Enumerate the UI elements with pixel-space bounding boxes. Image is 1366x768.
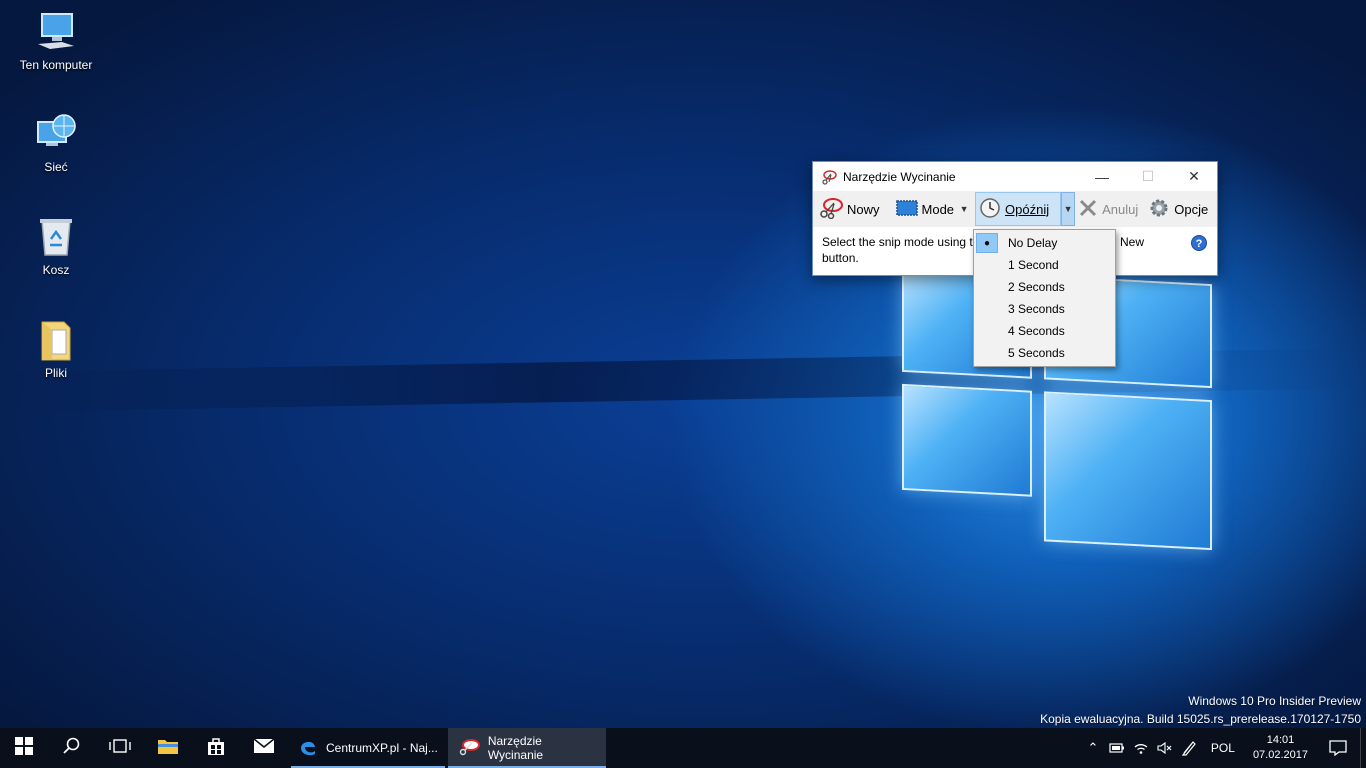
watermark-edition: Windows 10 Pro Insider Preview: [1188, 694, 1361, 708]
help-icon[interactable]: ?: [1191, 235, 1207, 251]
mode-dropdown-arrow[interactable]: ▼: [957, 192, 971, 226]
cancel-label: Anuluj: [1102, 201, 1139, 217]
pen-icon[interactable]: [1177, 728, 1201, 768]
mail-icon: [253, 737, 275, 759]
delay-label: Opóźnij: [1005, 201, 1050, 217]
system-tray: ⌃ POL 14:01 07.02.2017: [1081, 728, 1366, 768]
delay-menu-item[interactable]: 3 Seconds: [974, 298, 1115, 320]
action-center-icon[interactable]: [1316, 728, 1360, 768]
desktop-icon-recycle-bin[interactable]: Kosz: [16, 215, 96, 277]
toolbar: Nowy Mode ▼ Opóźnij ▼ Anuluj Opcje: [813, 191, 1217, 227]
store-icon: [206, 736, 226, 761]
options-label: Opcje: [1174, 201, 1209, 217]
search-button[interactable]: [48, 728, 96, 768]
close-button[interactable]: ✕: [1171, 162, 1217, 191]
delay-menu-item[interactable]: 5 Seconds: [974, 342, 1115, 364]
delay-menu-item[interactable]: 2 Seconds: [974, 276, 1115, 298]
instruction-tail: New: [1120, 235, 1145, 249]
input-language[interactable]: POL: [1201, 728, 1245, 768]
desktop-icon-label: Ten komputer: [19, 58, 93, 72]
clock-icon: [979, 197, 1001, 222]
scissors-icon: [819, 197, 843, 222]
folder-icon: [34, 318, 78, 362]
mode-label: Mode: [921, 201, 955, 217]
task-label: Narzędzie Wycinanie: [487, 734, 544, 762]
selected-bullet-icon: ●: [976, 233, 998, 253]
snipping-tool-icon: [821, 169, 837, 185]
desktop-icon-this-pc[interactable]: Ten komputer: [16, 10, 96, 72]
file-explorer-icon: [157, 737, 179, 760]
task-view-icon: [109, 738, 131, 759]
computer-icon: [34, 10, 78, 54]
delay-menu-item[interactable]: ● No Delay: [974, 232, 1115, 254]
snipping-tool-icon: [458, 737, 480, 760]
taskbar-task-snipping-tool[interactable]: Narzędzie Wycinanie: [447, 728, 606, 768]
mail-button[interactable]: [240, 728, 288, 768]
clock-date: 07.02.2017: [1252, 749, 1308, 761]
delay-button[interactable]: Opóźnij: [975, 192, 1062, 226]
maximize-button[interactable]: ☐: [1125, 162, 1171, 191]
options-button[interactable]: Opcje: [1145, 192, 1211, 226]
taskbar-task-edge[interactable]: CentrumXP.pl - Naj...: [288, 728, 448, 768]
clock-time: 14:01: [1266, 734, 1295, 746]
network-icon: [34, 112, 78, 156]
desktop-icon-network[interactable]: Sieć: [16, 112, 96, 174]
battery-icon[interactable]: [1105, 728, 1129, 768]
search-icon: [63, 737, 81, 760]
delay-dropdown-arrow[interactable]: ▼: [1061, 192, 1076, 226]
windows-logo-icon: [15, 736, 33, 760]
watermark-build: Kopia ewaluacyjna. Build 15025.rs_prerel…: [1040, 712, 1361, 726]
task-label: CentrumXP.pl - Naj...: [326, 741, 438, 755]
new-snip-label: Nowy: [847, 201, 880, 217]
cancel-x-icon: [1078, 198, 1098, 221]
mode-button[interactable]: Mode: [893, 192, 958, 226]
show-hidden-icons-chevron-icon[interactable]: ⌃: [1081, 728, 1105, 768]
store-button[interactable]: [192, 728, 240, 768]
cancel-button[interactable]: Anuluj: [1075, 192, 1141, 226]
desktop-icon-label: Sieć: [44, 160, 68, 174]
desktop-icon-label: Kosz: [42, 263, 70, 277]
window-title: Narzędzie Wycinanie: [843, 169, 956, 184]
desktop-icon-label: Pliki: [44, 366, 67, 380]
show-desktop-button[interactable]: [1360, 728, 1366, 768]
clock[interactable]: 14:01 07.02.2017: [1245, 733, 1316, 763]
delay-menu-item[interactable]: 4 Seconds: [974, 320, 1115, 342]
new-snip-button[interactable]: Nowy: [816, 192, 883, 226]
desktop-icon-files[interactable]: Pliki: [16, 318, 96, 380]
wifi-icon[interactable]: [1129, 728, 1153, 768]
rectangle-mode-icon: [895, 199, 918, 219]
taskbar: CentrumXP.pl - Naj... Narzędzie Wycinani…: [0, 728, 1366, 768]
volume-muted-icon[interactable]: [1153, 728, 1177, 768]
file-explorer-button[interactable]: [144, 728, 192, 768]
delay-menu-item[interactable]: 1 Second: [974, 254, 1115, 276]
task-view-button[interactable]: [96, 728, 144, 768]
gear-icon: [1148, 197, 1170, 222]
start-button[interactable]: [0, 728, 48, 768]
recycle-bin-icon: [34, 215, 78, 259]
edge-icon: [298, 737, 318, 760]
minimize-button[interactable]: —: [1079, 162, 1125, 191]
title-bar[interactable]: Narzędzie Wycinanie — ☐ ✕: [813, 162, 1217, 191]
delay-menu: ● No Delay 1 Second 2 Seconds 3 Seconds 4…: [973, 229, 1116, 367]
